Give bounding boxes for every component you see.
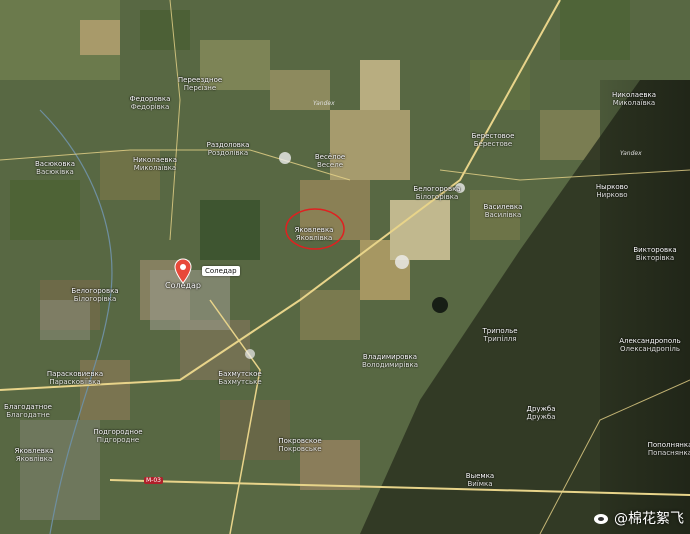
place-label[interactable]: Владимировка Володимирівка — [362, 353, 418, 369]
road-number-tag: М-03 — [144, 477, 163, 484]
terrain-layer — [0, 0, 690, 534]
place-label[interactable]: Александрополь Олександропіль — [619, 337, 681, 353]
place-label[interactable]: Выемка Виїмка — [466, 472, 494, 488]
satellite-map[interactable]: Переездное Перєїзне Федоровка Федорівка Ва… — [0, 0, 690, 534]
place-label[interactable]: Викторовка Вікторівка — [633, 246, 676, 262]
place-label[interactable]: Николаевка Миколаївка — [612, 91, 656, 107]
place-label[interactable]: Яковлевка Яковлівка — [295, 226, 334, 242]
place-label[interactable]: Николаевка Миколаївка — [133, 156, 177, 172]
place-label[interactable]: Васюковка Васюківка — [35, 160, 75, 176]
place-label[interactable]: Василевка Василівка — [484, 203, 523, 219]
weibo-icon — [594, 514, 608, 524]
place-label[interactable]: Пополнянка Попаснянка — [648, 441, 690, 457]
place-label[interactable]: Берестовое Берестове — [472, 132, 515, 148]
place-label[interactable]: Белогоровка Білогорівка — [71, 287, 118, 303]
watermark: @棉花絮飞 — [593, 508, 684, 528]
place-label[interactable]: Нырково Нирково — [596, 183, 628, 199]
provider-mark: Yandex — [313, 100, 335, 107]
place-label[interactable]: Переездное Перєїзне — [178, 76, 222, 92]
place-label[interactable]: Весёлое Веселе — [315, 153, 345, 169]
location-pin-icon[interactable] — [174, 258, 192, 284]
pin-label[interactable]: Соледар — [202, 266, 240, 276]
place-label[interactable]: Триполье Трипілля — [482, 327, 517, 343]
place-label[interactable]: Белогоровка Білогорівка — [413, 185, 460, 201]
place-label[interactable]: Бахмутское Бахмутське — [218, 370, 261, 386]
place-label[interactable]: Парасковиевка Парасковіївка — [47, 370, 103, 386]
place-label[interactable]: Яковлевка Яковлівка — [15, 447, 54, 463]
place-label[interactable]: Благодатное Благодатне — [4, 403, 52, 419]
place-label[interactable]: Федоровка Федорівка — [130, 95, 171, 111]
place-label[interactable]: Подгородное Підгородне — [93, 428, 142, 444]
place-label[interactable]: Раздоловка Роздолівка — [207, 141, 250, 157]
place-label[interactable]: Дружба Дружба — [527, 405, 556, 421]
place-label[interactable]: Покровское Покровське — [278, 437, 321, 453]
watermark-text: @棉花絮飞 — [614, 511, 684, 527]
provider-mark: Yandex — [620, 150, 642, 157]
